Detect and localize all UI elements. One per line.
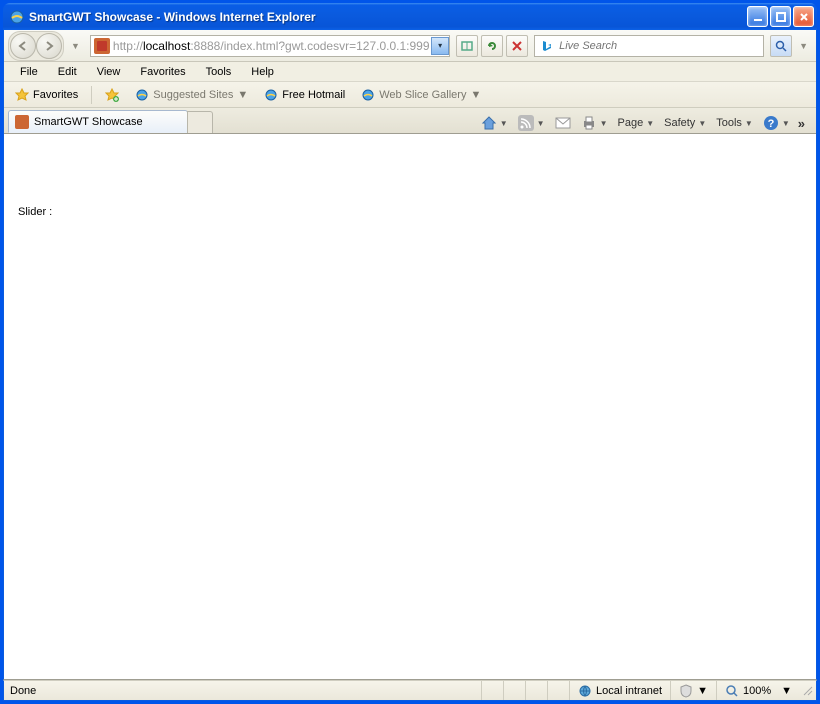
protected-mode[interactable]: ▼ bbox=[670, 681, 716, 700]
page-content: Slider : bbox=[3, 134, 817, 680]
overflow-button[interactable]: » bbox=[795, 116, 808, 131]
help-icon: ? bbox=[763, 115, 779, 131]
menu-tools[interactable]: Tools bbox=[196, 64, 242, 80]
tab-title: SmartGWT Showcase bbox=[34, 116, 143, 128]
suggested-sites-label: Suggested Sites bbox=[153, 89, 233, 101]
suggested-sites-link[interactable]: Suggested Sites ▼ bbox=[128, 85, 255, 105]
search-dropdown[interactable]: ▼ bbox=[795, 41, 812, 51]
slider-label: Slider : bbox=[18, 206, 52, 218]
print-icon bbox=[581, 115, 597, 131]
home-icon bbox=[481, 115, 497, 131]
shield-icon bbox=[679, 684, 693, 698]
url-favicon bbox=[94, 38, 110, 54]
window-titlebar[interactable]: SmartGWT Showcase - Windows Internet Exp… bbox=[3, 3, 817, 30]
forward-button[interactable] bbox=[36, 33, 62, 59]
menu-edit[interactable]: Edit bbox=[48, 64, 87, 80]
menu-bar: File Edit View Favorites Tools Help bbox=[4, 62, 816, 82]
status-bar: Done Local intranet ▼ 100% ▼ bbox=[3, 680, 817, 701]
dropdown-icon: ▼ bbox=[237, 89, 248, 101]
command-bar: ▼ ▼ ▼ Page▼ Safety▼ Tools▼ ?▼ » bbox=[213, 113, 812, 133]
back-button[interactable] bbox=[10, 33, 36, 59]
window-title: SmartGWT Showcase - Windows Internet Exp… bbox=[29, 10, 747, 24]
favorites-bar: Favorites Suggested Sites ▼ Free Hotmail… bbox=[4, 82, 816, 108]
mail-icon bbox=[555, 116, 571, 130]
url-dropdown[interactable]: ▾ bbox=[431, 37, 449, 55]
search-input[interactable] bbox=[559, 40, 763, 52]
status-pane bbox=[525, 681, 547, 700]
tab-bar: SmartGWT Showcase ▼ ▼ ▼ Page▼ Safety▼ To… bbox=[4, 108, 816, 134]
dropdown-icon: ▼ bbox=[470, 89, 481, 101]
rss-icon bbox=[518, 115, 534, 131]
free-hotmail-link[interactable]: Free Hotmail bbox=[257, 85, 352, 105]
star-icon bbox=[15, 88, 29, 102]
zoom-control[interactable]: 100% ▼ bbox=[716, 681, 800, 700]
status-pane bbox=[503, 681, 525, 700]
tools-menu[interactable]: Tools▼ bbox=[711, 115, 758, 131]
ie-small-icon bbox=[361, 88, 375, 102]
close-button[interactable] bbox=[793, 6, 814, 27]
nav-history-dropdown[interactable]: ▼ bbox=[67, 41, 84, 51]
help-button[interactable]: ?▼ bbox=[758, 113, 795, 133]
new-tab-button[interactable] bbox=[187, 111, 213, 133]
ie-small-icon bbox=[135, 88, 149, 102]
star-plus-icon bbox=[105, 88, 119, 102]
ie-icon bbox=[9, 9, 25, 25]
zoom-value: 100% bbox=[743, 685, 771, 697]
favorites-button[interactable]: Favorites bbox=[8, 85, 85, 105]
bing-icon bbox=[538, 39, 556, 53]
zoom-icon bbox=[725, 684, 739, 698]
home-button[interactable]: ▼ bbox=[476, 113, 513, 133]
tab-smartgwt-showcase[interactable]: SmartGWT Showcase bbox=[8, 110, 188, 133]
feeds-button[interactable]: ▼ bbox=[513, 113, 550, 133]
print-button[interactable]: ▼ bbox=[576, 113, 613, 133]
address-bar[interactable]: http://localhost:8888/index.html?gwt.cod… bbox=[90, 35, 450, 57]
svg-text:?: ? bbox=[767, 118, 774, 130]
page-menu[interactable]: Page▼ bbox=[613, 115, 660, 131]
security-zone[interactable]: Local intranet bbox=[569, 681, 670, 700]
maximize-button[interactable] bbox=[770, 6, 791, 27]
status-pane bbox=[547, 681, 569, 700]
favorites-label: Favorites bbox=[33, 89, 78, 101]
url-text: http://localhost:8888/index.html?gwt.cod… bbox=[113, 39, 431, 53]
resize-grip[interactable] bbox=[800, 685, 816, 697]
menu-file[interactable]: File bbox=[10, 64, 48, 80]
search-box[interactable] bbox=[534, 35, 764, 57]
navigation-bar: ▼ http://localhost:8888/index.html?gwt.c… bbox=[4, 30, 816, 62]
add-to-favbar-button[interactable] bbox=[98, 85, 126, 105]
free-hotmail-label: Free Hotmail bbox=[282, 89, 345, 101]
zone-label: Local intranet bbox=[596, 685, 662, 697]
ie-small-icon bbox=[264, 88, 278, 102]
status-pane bbox=[481, 681, 503, 700]
search-button[interactable] bbox=[770, 35, 792, 57]
menu-help[interactable]: Help bbox=[241, 64, 284, 80]
web-slice-link[interactable]: Web Slice Gallery ▼ bbox=[354, 85, 488, 105]
stop-button[interactable] bbox=[506, 35, 528, 57]
tab-favicon bbox=[15, 115, 29, 129]
minimize-button[interactable] bbox=[747, 6, 768, 27]
web-slice-label: Web Slice Gallery bbox=[379, 89, 466, 101]
safety-menu[interactable]: Safety▼ bbox=[659, 115, 711, 131]
menu-favorites[interactable]: Favorites bbox=[130, 64, 195, 80]
status-text: Done bbox=[4, 681, 44, 700]
read-mail-button[interactable] bbox=[550, 114, 576, 132]
menu-view[interactable]: View bbox=[87, 64, 131, 80]
separator bbox=[91, 86, 92, 104]
internet-icon bbox=[578, 684, 592, 698]
refresh-button[interactable] bbox=[481, 35, 503, 57]
compat-view-button[interactable] bbox=[456, 35, 478, 57]
